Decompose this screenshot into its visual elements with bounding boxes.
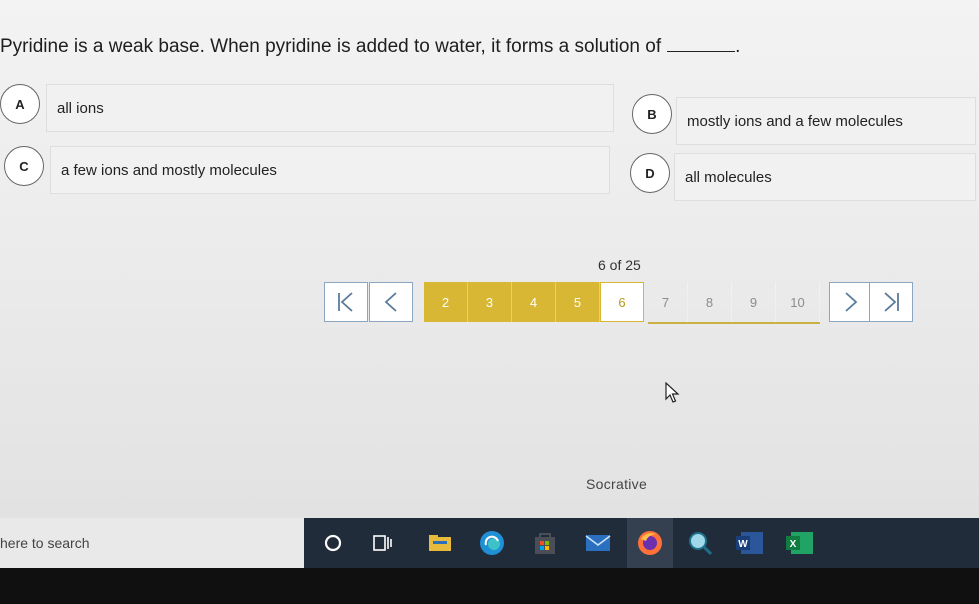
option-a[interactable]: all ions (46, 84, 614, 132)
cortana-icon[interactable] (318, 528, 348, 558)
question-text: Pyridine is a weak base. When pyridine i… (0, 36, 740, 58)
search-placeholder: here to search (0, 535, 90, 551)
page-button-5[interactable]: 5 (556, 282, 600, 322)
option-d-label: all molecules (685, 168, 772, 186)
excel-icon[interactable]: X (785, 528, 815, 558)
last-page-button[interactable] (869, 282, 913, 322)
option-b-label: mostly ions and a few molecules (687, 112, 903, 130)
last-page-icon (884, 292, 899, 312)
progress-indicator: 6 of 25 (598, 257, 641, 273)
word-letter: W (738, 539, 748, 550)
question-suffix: . (735, 36, 741, 57)
next-page-button[interactable] (829, 282, 873, 322)
option-d[interactable]: all molecules (674, 153, 976, 201)
word-icon[interactable]: W (735, 528, 765, 558)
option-c[interactable]: a few ions and mostly molecules (50, 146, 610, 194)
prev-page-icon (384, 292, 397, 312)
option-b[interactable]: mostly ions and a few molecules (676, 97, 976, 145)
page-button-10[interactable]: 10 (776, 282, 820, 322)
next-page-icon (845, 292, 858, 312)
page-selector: 2 3 4 5 6 7 8 9 10 (424, 282, 820, 322)
mouse-cursor-icon (665, 382, 680, 403)
brand-logo: Socrative (586, 476, 648, 492)
option-a-label: all ions (57, 99, 104, 117)
edge-icon[interactable] (477, 528, 507, 558)
question-body: Pyridine is a weak base. When pyridine i… (0, 36, 662, 57)
task-view-icon[interactable] (368, 528, 398, 558)
option-d-badge[interactable]: D (630, 153, 670, 193)
mail-icon[interactable] (583, 528, 613, 558)
answer-blank (667, 37, 736, 52)
excel-letter: X (790, 539, 797, 550)
option-c-badge[interactable]: C (4, 146, 44, 186)
monitor-bezel (0, 568, 979, 604)
page-button-7[interactable]: 7 (644, 282, 688, 322)
page-button-9[interactable]: 9 (732, 282, 776, 322)
first-page-button[interactable] (324, 282, 368, 322)
taskbar-search[interactable]: here to search (0, 518, 304, 568)
page-button-8[interactable]: 8 (688, 282, 732, 322)
option-c-label: a few ions and mostly molecules (61, 161, 277, 179)
page-button-4[interactable]: 4 (512, 282, 556, 322)
pager-underline (648, 322, 820, 324)
page-button-6[interactable]: 6 (600, 282, 644, 322)
page-button-2[interactable]: 2 (424, 282, 468, 322)
windows-taskbar: here to search W X (0, 518, 979, 568)
first-page-icon (338, 292, 353, 312)
option-b-badge[interactable]: B (632, 94, 672, 134)
store-icon[interactable] (530, 528, 560, 558)
prev-page-button[interactable] (369, 282, 413, 322)
magnifier-icon[interactable] (685, 528, 715, 558)
option-a-badge[interactable]: A (0, 84, 40, 124)
page-button-3[interactable]: 3 (468, 282, 512, 322)
firefox-icon[interactable] (635, 528, 665, 558)
quiz-screen: Pyridine is a weak base. When pyridine i… (0, 0, 979, 518)
file-explorer-icon[interactable] (425, 528, 455, 558)
